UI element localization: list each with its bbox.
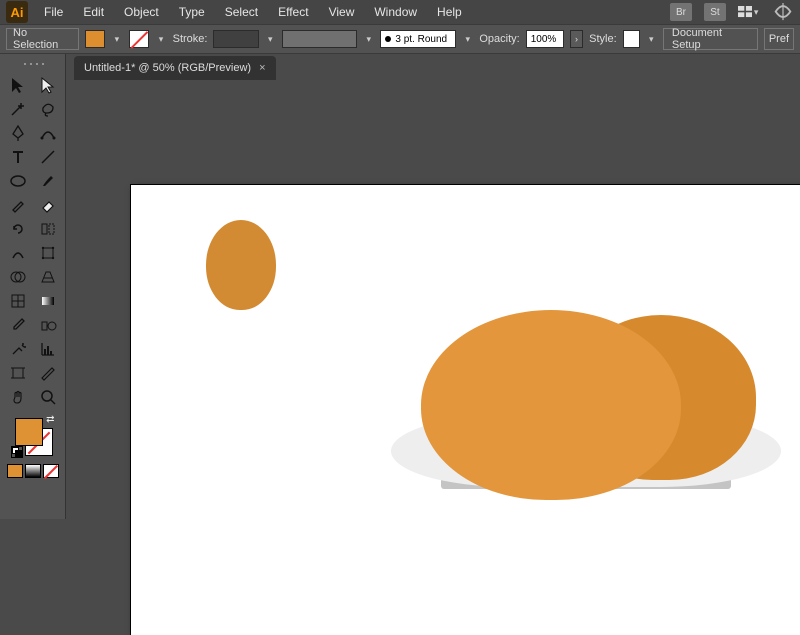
eraser-tool[interactable] [34,194,62,216]
type-tool[interactable] [4,146,32,168]
fill-swatch[interactable] [85,30,106,48]
shape-mango-front[interactable] [421,310,681,500]
artboard[interactable] [131,185,800,635]
bridge-button[interactable]: Br [670,3,692,21]
brush-definition-menu[interactable]: ▾ [363,30,374,48]
opacity-step[interactable]: › [570,30,583,48]
reflect-tool[interactable] [34,218,62,240]
symbol-sprayer-tool[interactable] [4,338,32,360]
lasso-tool[interactable] [34,98,62,120]
pencil-tool[interactable] [4,194,32,216]
draw-mode-row [7,464,59,478]
gradient-tool[interactable] [34,290,62,312]
workspace[interactable] [66,80,800,519]
color-mode-button[interactable] [7,464,23,478]
stock-button[interactable]: St [704,3,726,21]
direct-selection-tool[interactable] [34,74,62,96]
magic-wand-tool[interactable] [4,98,32,120]
menu-window[interactable]: Window [370,3,421,21]
menu-object[interactable]: Object [120,3,163,21]
menu-type[interactable]: Type [175,3,209,21]
preferences-button[interactable]: Pref [764,28,794,50]
selection-tool[interactable] [4,74,32,96]
menu-effect[interactable]: Effect [274,3,312,21]
eyedropper-tool[interactable] [4,314,32,336]
brush-definition-field[interactable] [282,30,357,48]
menu-help[interactable]: Help [433,3,466,21]
stroke-label: Stroke: [173,33,208,45]
tools-panel: ⇄ [0,54,66,519]
document-tab-bar: Untitled-1* @ 50% (RGB/Preview) × [66,54,800,80]
menu-file[interactable]: File [40,3,67,21]
hand-tool[interactable] [4,386,32,408]
zoom-tool[interactable] [34,386,62,408]
swap-fill-stroke-icon[interactable]: ⇄ [46,414,54,425]
perspective-tool[interactable] [34,266,62,288]
fill-color-indicator[interactable] [15,418,43,446]
paintbrush-tool[interactable] [34,170,62,192]
control-bar: No Selection ▾ ▾ Stroke: ▾ ▾ 3 pt. Round… [0,24,800,54]
variable-width-label: 3 pt. Round [395,34,447,45]
document-setup-button[interactable]: Document Setup [663,28,758,50]
arrange-documents-button[interactable]: ▾ [738,3,760,21]
variable-width-profile[interactable]: 3 pt. Round [380,30,456,48]
tools-panel-grip[interactable] [0,58,65,70]
slice-tool[interactable] [34,362,62,384]
variable-width-menu[interactable]: ▾ [462,30,473,48]
style-menu[interactable]: ▾ [646,30,657,48]
free-transform-tool[interactable] [34,242,62,264]
selection-indicator[interactable]: No Selection [6,28,79,50]
stroke-weight-menu[interactable]: ▾ [265,30,276,48]
rotate-tool[interactable] [4,218,32,240]
menu-view[interactable]: View [325,3,359,21]
mesh-tool[interactable] [4,290,32,312]
style-swatch[interactable] [623,30,640,48]
graph-tool[interactable] [34,338,62,360]
pen-tool[interactable] [4,122,32,144]
none-mode-button[interactable] [43,464,59,478]
opacity-label: Opacity: [479,33,519,45]
document-tab-title: Untitled-1* @ 50% (RGB/Preview) [84,62,251,74]
app-logo: Ai [6,1,28,23]
menu-select[interactable]: Select [221,3,262,21]
menu-edit[interactable]: Edit [79,3,108,21]
style-label: Style: [589,33,617,45]
shape-egg[interactable] [206,220,276,310]
warp-tool[interactable] [4,242,32,264]
document-tab[interactable]: Untitled-1* @ 50% (RGB/Preview) × [74,56,276,80]
artboard-tool[interactable] [4,362,32,384]
stroke-swatch-menu[interactable]: ▾ [155,30,166,48]
curvature-tool[interactable] [34,122,62,144]
fill-swatch-menu[interactable]: ▾ [111,30,122,48]
stroke-weight-field[interactable] [213,30,258,48]
default-fill-stroke-icon[interactable] [11,446,23,458]
blend-tool[interactable] [34,314,62,336]
shape-builder-tool[interactable] [4,266,32,288]
stroke-swatch[interactable] [129,30,150,48]
gpu-preview-button[interactable] [772,3,794,21]
gradient-mode-button[interactable] [25,464,41,478]
line-tool[interactable] [34,146,62,168]
opacity-field[interactable]: 100% [526,30,564,48]
fill-stroke-indicator[interactable]: ⇄ [13,416,53,456]
menu-bar: Ai File Edit Object Type Select Effect V… [0,0,800,24]
ellipse-tool[interactable] [4,170,32,192]
close-tab-button[interactable]: × [259,62,265,74]
